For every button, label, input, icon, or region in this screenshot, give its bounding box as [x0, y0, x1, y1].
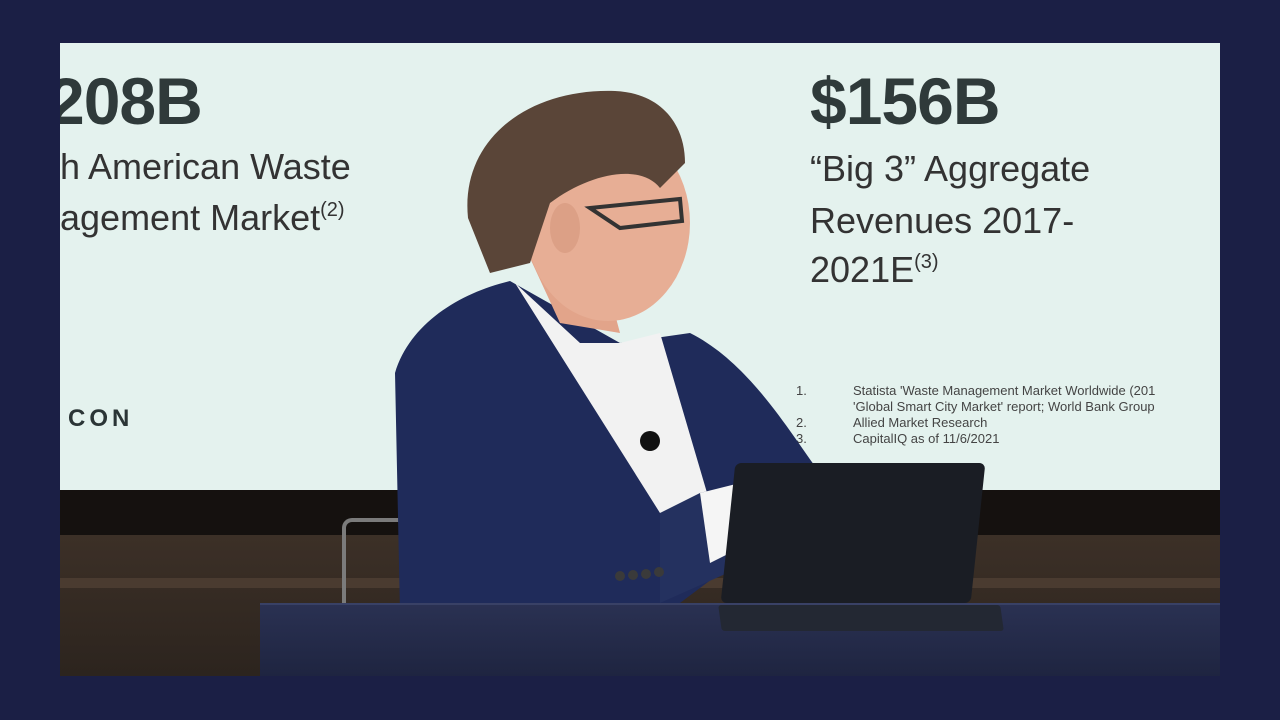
speaker: [395, 90, 820, 613]
lapel-mic: [640, 431, 660, 451]
jacket-button: [654, 567, 664, 577]
jacket-button: [615, 571, 625, 581]
jacket-button: [641, 569, 651, 579]
speaker-ear: [550, 203, 580, 253]
jacket-button: [628, 570, 638, 580]
laptop: [720, 463, 986, 603]
laptop-keyboard: [718, 605, 1004, 631]
video-frame: 208B h American Waste agement Market(2) …: [60, 43, 1220, 676]
